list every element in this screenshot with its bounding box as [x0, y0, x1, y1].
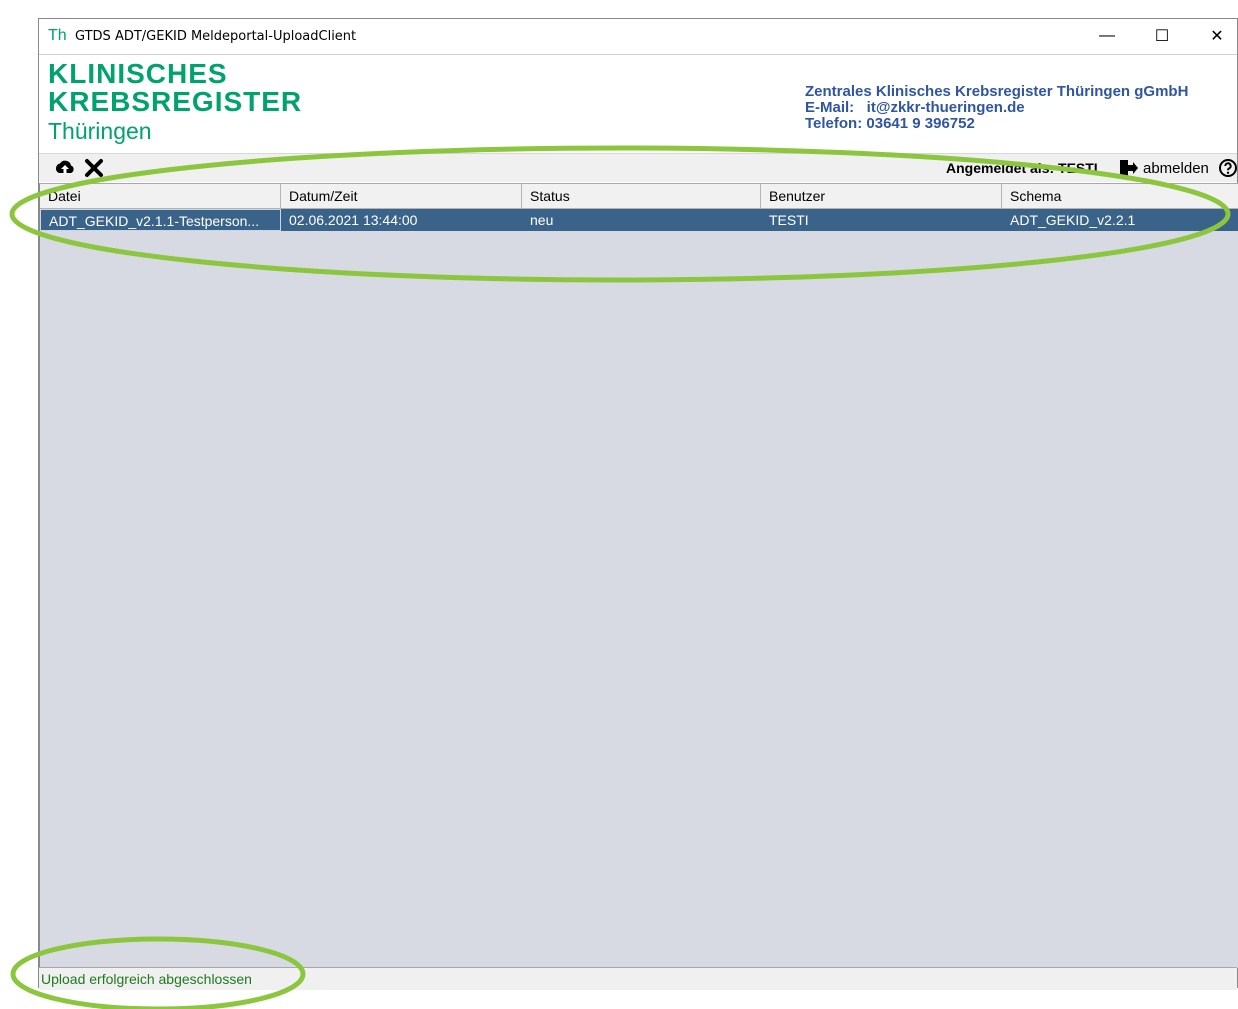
logo-line-2: KREBSREGISTER — [48, 86, 303, 117]
toolbar: Angemeldet als: TESTI abmelden — [39, 153, 1237, 182]
close-button[interactable]: ✕ — [1194, 19, 1238, 53]
cloud-upload-icon[interactable] — [54, 157, 76, 179]
column-header-schema[interactable]: Schema — [1002, 184, 1238, 208]
org-phone: Telefon: 03641 9 396752 — [805, 115, 975, 132]
cell-status[interactable]: neu — [522, 209, 761, 231]
org-email: E-Mail: it@zkkr-thueringen.de — [805, 99, 1025, 116]
minimize-button[interactable]: — — [1084, 19, 1130, 53]
help-icon[interactable] — [1218, 158, 1238, 183]
status-message: Upload erfolgreich abgeschlossen — [41, 971, 252, 987]
status-bar: Upload erfolgreich abgeschlossen — [39, 967, 1237, 990]
window-title: GTDS ADT/GEKID Meldeportal-UploadClient — [75, 29, 357, 44]
logo-line-1: KLINISCHES — [48, 58, 228, 89]
table-header: Datei Datum/Zeit Status Benutzer Schema — [40, 184, 1238, 209]
app-window: Th GTDS ADT/GEKID Meldeportal-UploadClie… — [38, 18, 1238, 990]
organization-info: Zentrales Klinisches Krebsregister Thüri… — [805, 84, 1188, 132]
column-header-benutzer[interactable]: Benutzer — [761, 184, 1002, 208]
header-banner: KLINISCHES KREBSREGISTER Thüringen Zentr… — [39, 55, 1237, 152]
table-row[interactable]: ADT_GEKID_v2.1.1-Testperson... 02.06.202… — [40, 209, 1238, 231]
title-bar[interactable]: Th GTDS ADT/GEKID Meldeportal-UploadClie… — [39, 19, 1237, 55]
column-header-datei[interactable]: Datei — [40, 184, 281, 208]
column-header-status[interactable]: Status — [522, 184, 761, 208]
app-icon: Th — [48, 27, 67, 44]
cell-schema[interactable]: ADT_GEKID_v2.2.1 — [1002, 209, 1238, 231]
org-name: Zentrales Klinisches Krebsregister Thüri… — [805, 83, 1189, 100]
column-header-datum-zeit[interactable]: Datum/Zeit — [281, 184, 522, 208]
login-status: Angemeldet als: TESTI — [946, 160, 1098, 176]
close-icon[interactable] — [83, 157, 105, 179]
maximize-button[interactable]: ☐ — [1139, 19, 1185, 53]
logout-button[interactable]: abmelden — [1143, 160, 1209, 177]
cell-benutzer[interactable]: TESTI — [761, 209, 1002, 231]
cell-datei[interactable]: ADT_GEKID_v2.1.1-Testperson... — [40, 209, 281, 231]
logout-icon[interactable] — [1118, 158, 1138, 183]
upload-table: Datei Datum/Zeit Status Benutzer Schema … — [39, 183, 1238, 968]
cell-datum-zeit[interactable]: 02.06.2021 13:44:00 — [281, 209, 522, 231]
logo-line-3: Thüringen — [48, 118, 152, 144]
